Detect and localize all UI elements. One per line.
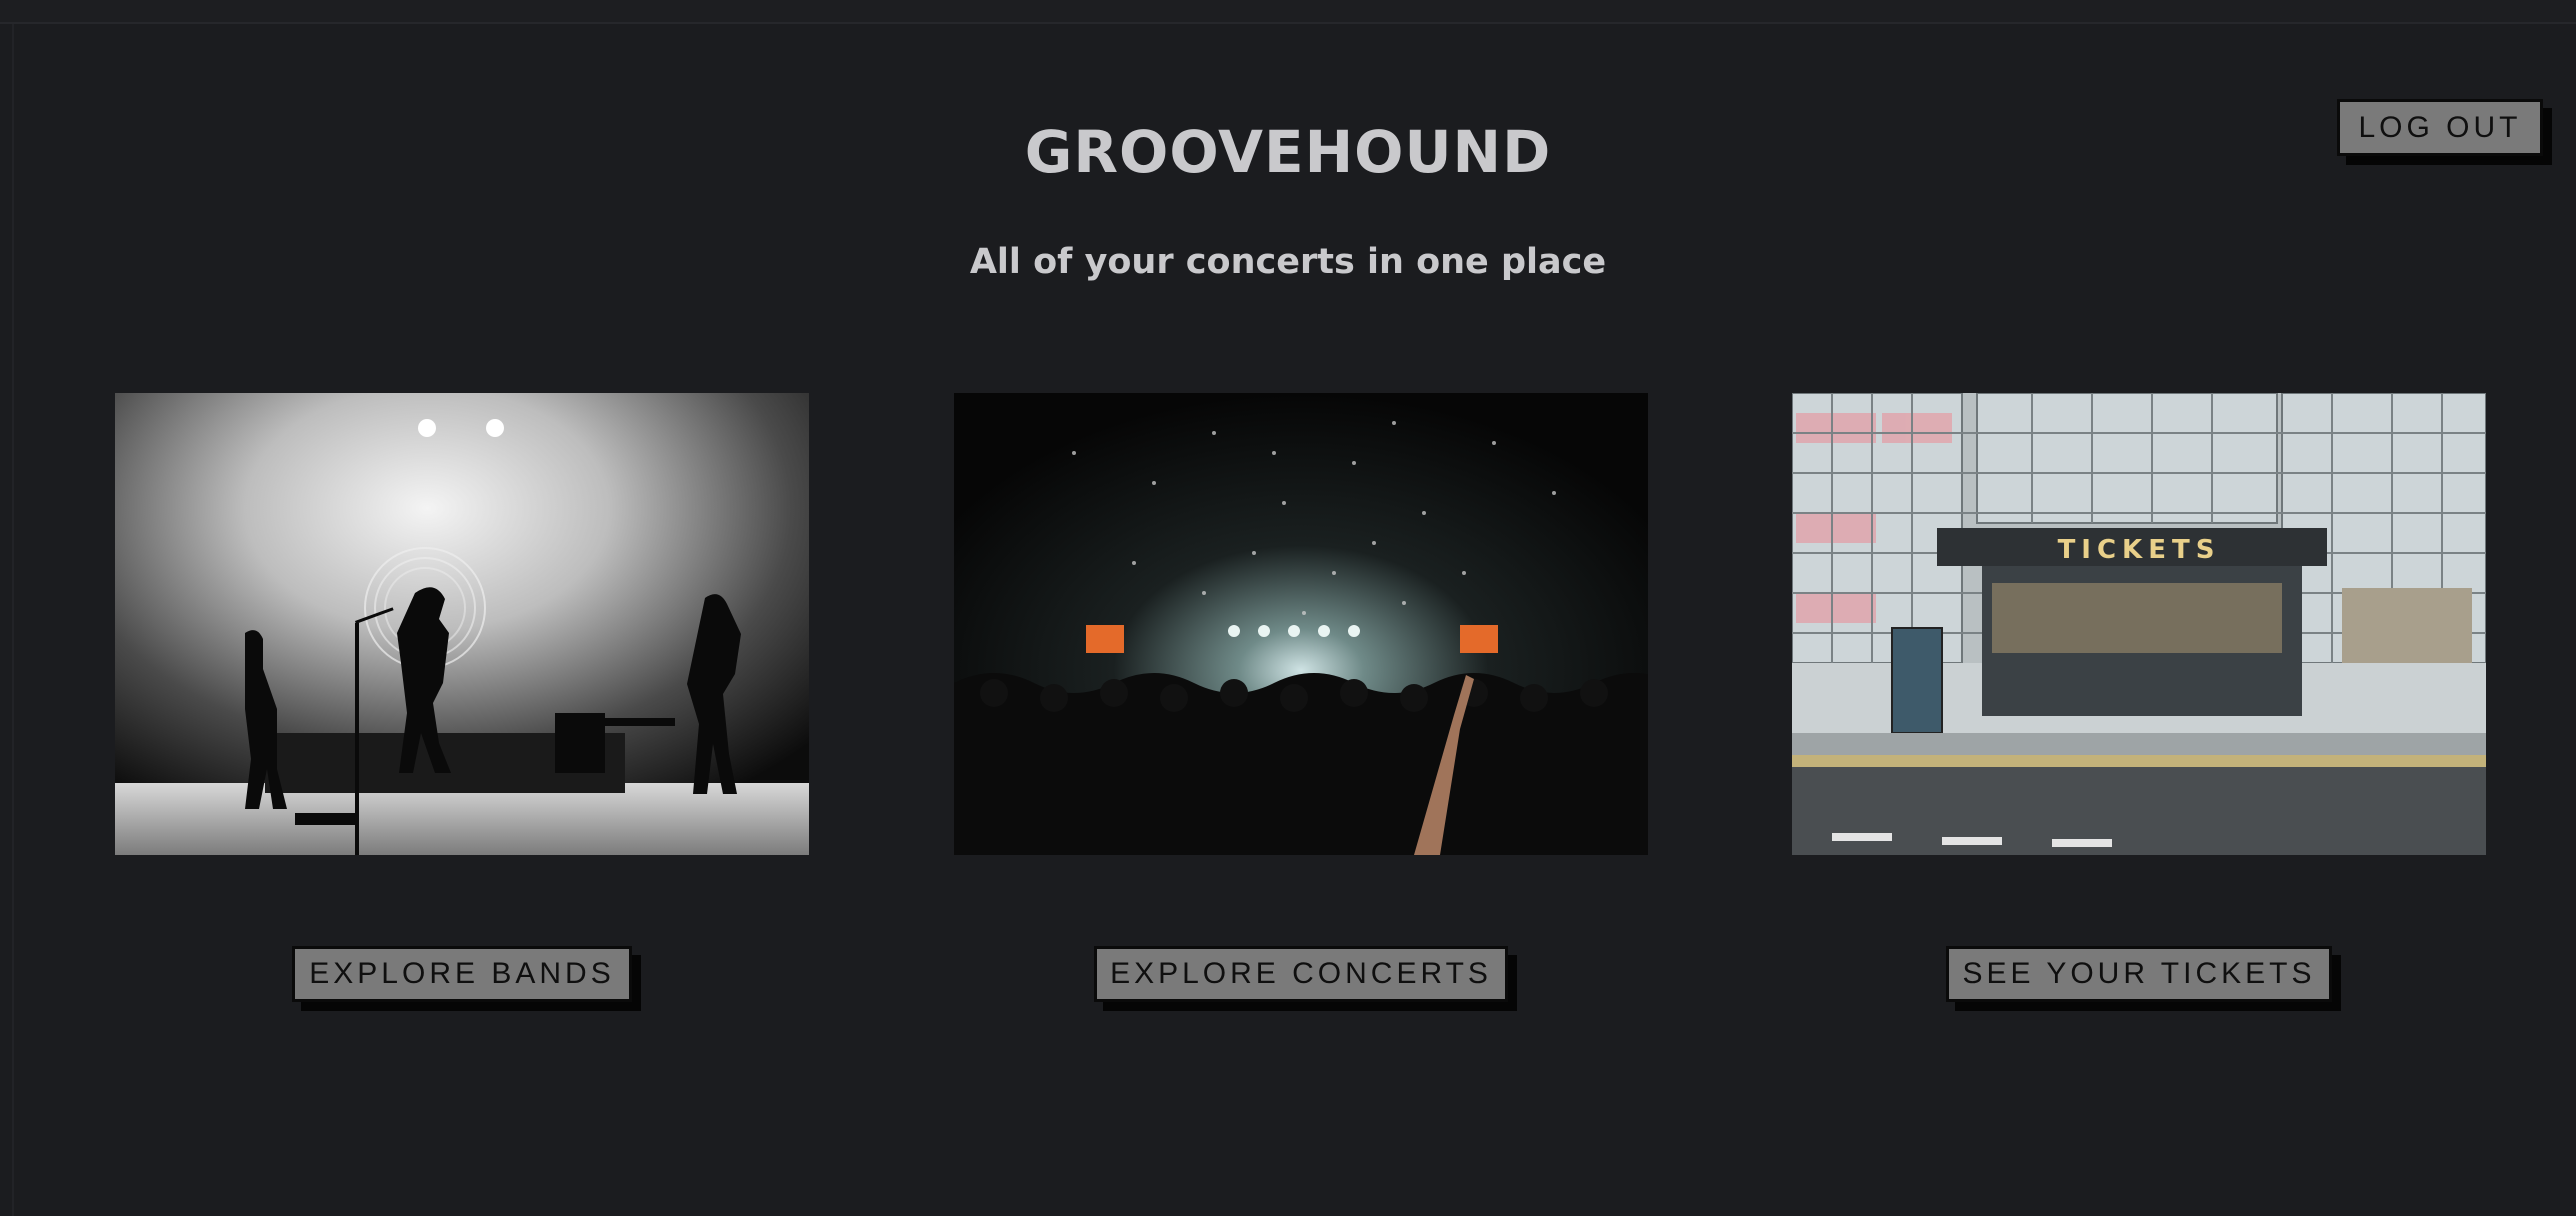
- tickets-sign-text: TICKETS: [2058, 535, 2221, 565]
- top-strip: [0, 0, 2576, 24]
- see-your-tickets-button[interactable]: SEE YOUR TICKETS: [1946, 946, 2332, 1002]
- page-subtitle: All of your concerts in one place: [969, 242, 1607, 282]
- concert-crowd-image: [954, 393, 1648, 855]
- logout-button[interactable]: LOG OUT: [2337, 99, 2543, 156]
- band-on-stage-image: [115, 393, 809, 855]
- ticket-booth-image: TICKETS: [1792, 393, 2486, 855]
- left-rule: [12, 24, 14, 1216]
- explore-bands-button[interactable]: EXPLORE BANDS: [292, 946, 632, 1002]
- page-title: GROOVEHOUND: [1024, 118, 1552, 186]
- explore-concerts-button[interactable]: EXPLORE CONCERTS: [1094, 946, 1508, 1002]
